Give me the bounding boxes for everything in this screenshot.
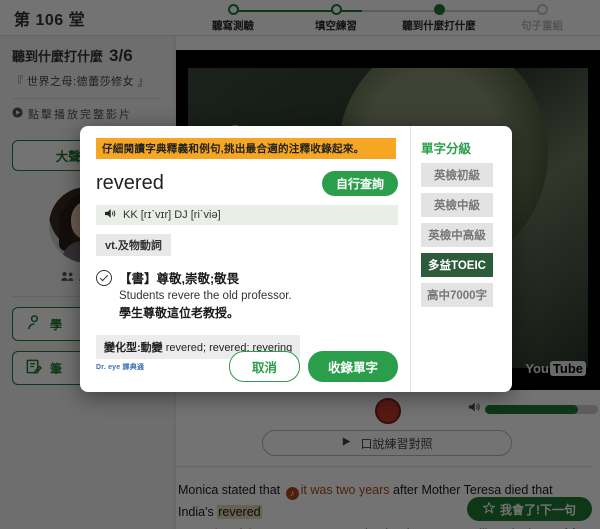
dialog-tip-banner: 仔細閱讀字典釋義和例句,挑出最合適的注釋收錄起來。 (96, 138, 396, 159)
word-levels-title: 單字分級 (421, 142, 472, 156)
check-circle-icon[interactable] (96, 270, 112, 286)
app-root: 第 106 堂 聽寫測驗 填空練習 聽到什麼打什麼 句子 (0, 0, 600, 529)
level-tag-0[interactable]: 英檢初級 (421, 163, 493, 187)
dreye-attribution: Dr. eye 譯典通 (96, 363, 145, 371)
vocabulary-dialog: 仔細閱讀字典釋義和例句,挑出最合適的注釋收錄起來。 revered 自行查詢 K… (80, 126, 512, 392)
phonetic-row[interactable]: KK [rɪˋvɪr] DJ [riˋviə] (96, 205, 398, 225)
level-tag-2[interactable]: 英檢中高級 (421, 223, 493, 247)
level-tag-4[interactable]: 高中7000字 (421, 283, 493, 307)
definition-example-zh: 學生尊敬這位老教授。 (119, 306, 240, 320)
definition-example-en: Students revere the old professor. (119, 290, 292, 302)
dialog-footer: Dr. eye 譯典通 取消 收錄單字 (96, 351, 398, 382)
definition-body: 【書】尊敬,崇敬;敬畏 Students revere the old prof… (119, 268, 292, 321)
phonetic-text: KK [rɪˋvɪr] DJ [riˋviə] (123, 209, 221, 221)
dialog-actions: 取消 收錄單字 (228, 351, 398, 382)
dialog-word: revered (96, 172, 164, 194)
word-levels-panel: 單字分級 英檢初級 英檢中級 英檢中高級 多益TOEIC 高中7000字 (410, 126, 512, 392)
cancel-button[interactable]: 取消 (228, 351, 300, 382)
part-of-speech-tag: vt.及物動詞 (96, 234, 171, 256)
level-tag-3[interactable]: 多益TOEIC (421, 253, 493, 277)
save-word-button[interactable]: 收錄單字 (307, 351, 398, 382)
level-tag-1[interactable]: 英檢中級 (421, 193, 493, 217)
speaker-icon[interactable] (104, 208, 117, 222)
definition-block[interactable]: 【書】尊敬,崇敬;敬畏 Students revere the old prof… (96, 268, 398, 321)
dialog-main: 仔細閱讀字典釋義和例句,挑出最合適的注釋收錄起來。 revered 自行查詢 K… (80, 126, 410, 392)
dialog-word-row: revered 自行查詢 (96, 171, 398, 196)
definition-zh: 【書】尊敬,崇敬;敬畏 (119, 272, 240, 286)
lookup-button[interactable]: 自行查詢 (321, 171, 398, 196)
